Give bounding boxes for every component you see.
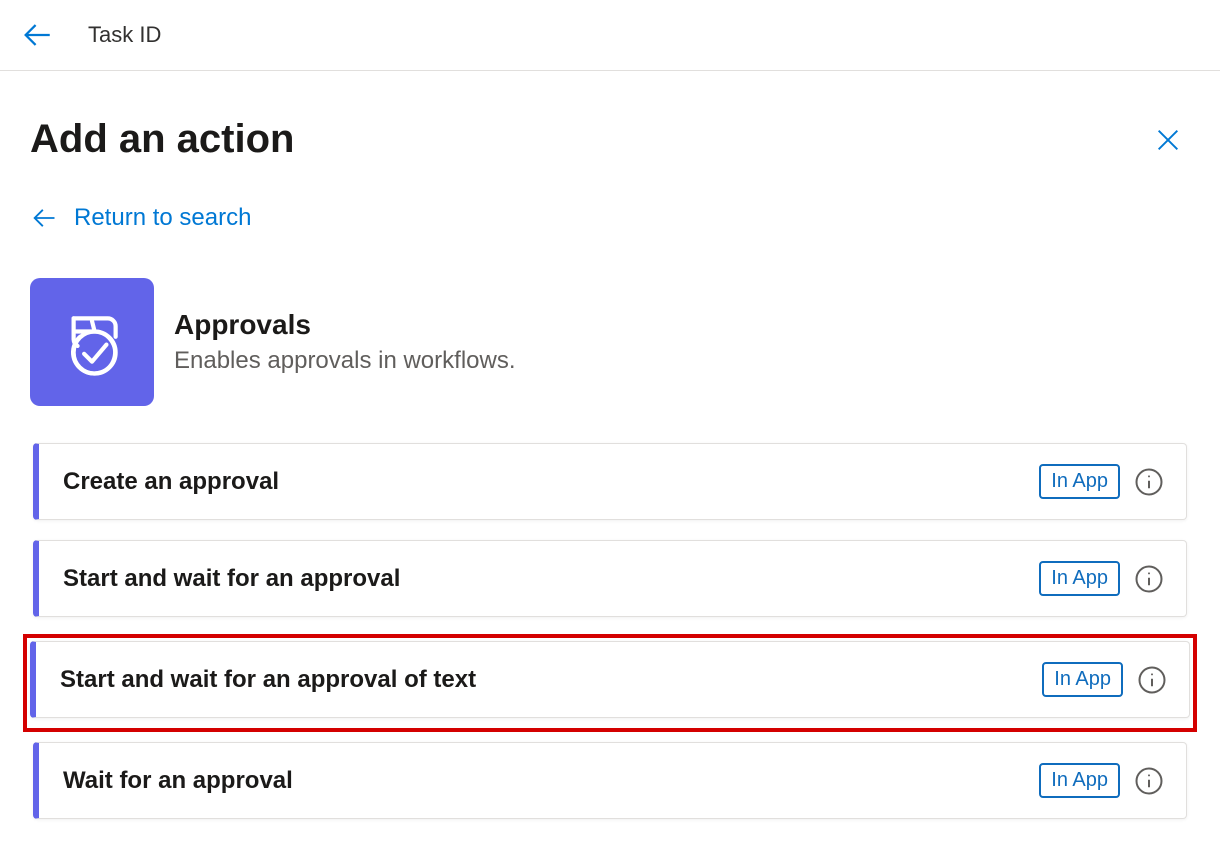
action-name: Start and wait for an approval [63,565,400,593]
action-name: Create an approval [63,468,279,496]
in-app-badge: In App [1039,561,1120,596]
approvals-connector-icon [30,278,154,406]
back-arrow-icon[interactable] [20,18,54,52]
connector-text: Approvals Enables approvals in workflows… [174,309,516,375]
action-meta: In App [1039,763,1164,798]
action-item-wrap: Create an approval In App [30,440,1190,523]
info-icon[interactable] [1134,766,1164,796]
action-wait-for-an-approval[interactable]: Wait for an approval In App [33,742,1187,819]
in-app-badge: In App [1039,763,1120,798]
in-app-badge: In App [1039,464,1120,499]
action-start-and-wait-for-an-approval-of-text[interactable]: Start and wait for an approval of text I… [30,641,1190,718]
action-create-an-approval[interactable]: Create an approval In App [33,443,1187,520]
top-bar: Task ID [0,0,1220,71]
in-app-badge: In App [1042,662,1123,697]
action-meta: In App [1042,662,1167,697]
action-meta: In App [1039,561,1164,596]
return-to-search-label: Return to search [74,204,251,232]
connector-description: Enables approvals in workflows. [174,347,516,375]
panel-title: Add an action [30,117,294,162]
panel-header: Add an action [30,117,1190,162]
action-meta: In App [1039,464,1164,499]
add-action-panel: Add an action Return to search [0,71,1220,866]
topbar-title: Task ID [88,22,161,48]
info-icon[interactable] [1134,467,1164,497]
action-list: Create an approval In App Start and wait… [30,440,1190,822]
info-icon[interactable] [1137,665,1167,695]
info-icon[interactable] [1134,564,1164,594]
connector-header: Approvals Enables approvals in workflows… [30,278,1190,406]
action-name: Start and wait for an approval of text [60,666,476,694]
action-item-wrap: Start and wait for an approval In App [30,537,1190,620]
action-name: Wait for an approval [63,767,293,795]
connector-name: Approvals [174,309,516,341]
close-icon[interactable] [1146,118,1190,162]
action-item-wrap: Wait for an approval In App [30,739,1190,822]
arrow-left-icon [30,204,58,232]
action-item-wrap-highlighted: Start and wait for an approval of text I… [23,634,1197,732]
return-to-search-link[interactable]: Return to search [30,204,251,232]
action-start-and-wait-for-an-approval[interactable]: Start and wait for an approval In App [33,540,1187,617]
